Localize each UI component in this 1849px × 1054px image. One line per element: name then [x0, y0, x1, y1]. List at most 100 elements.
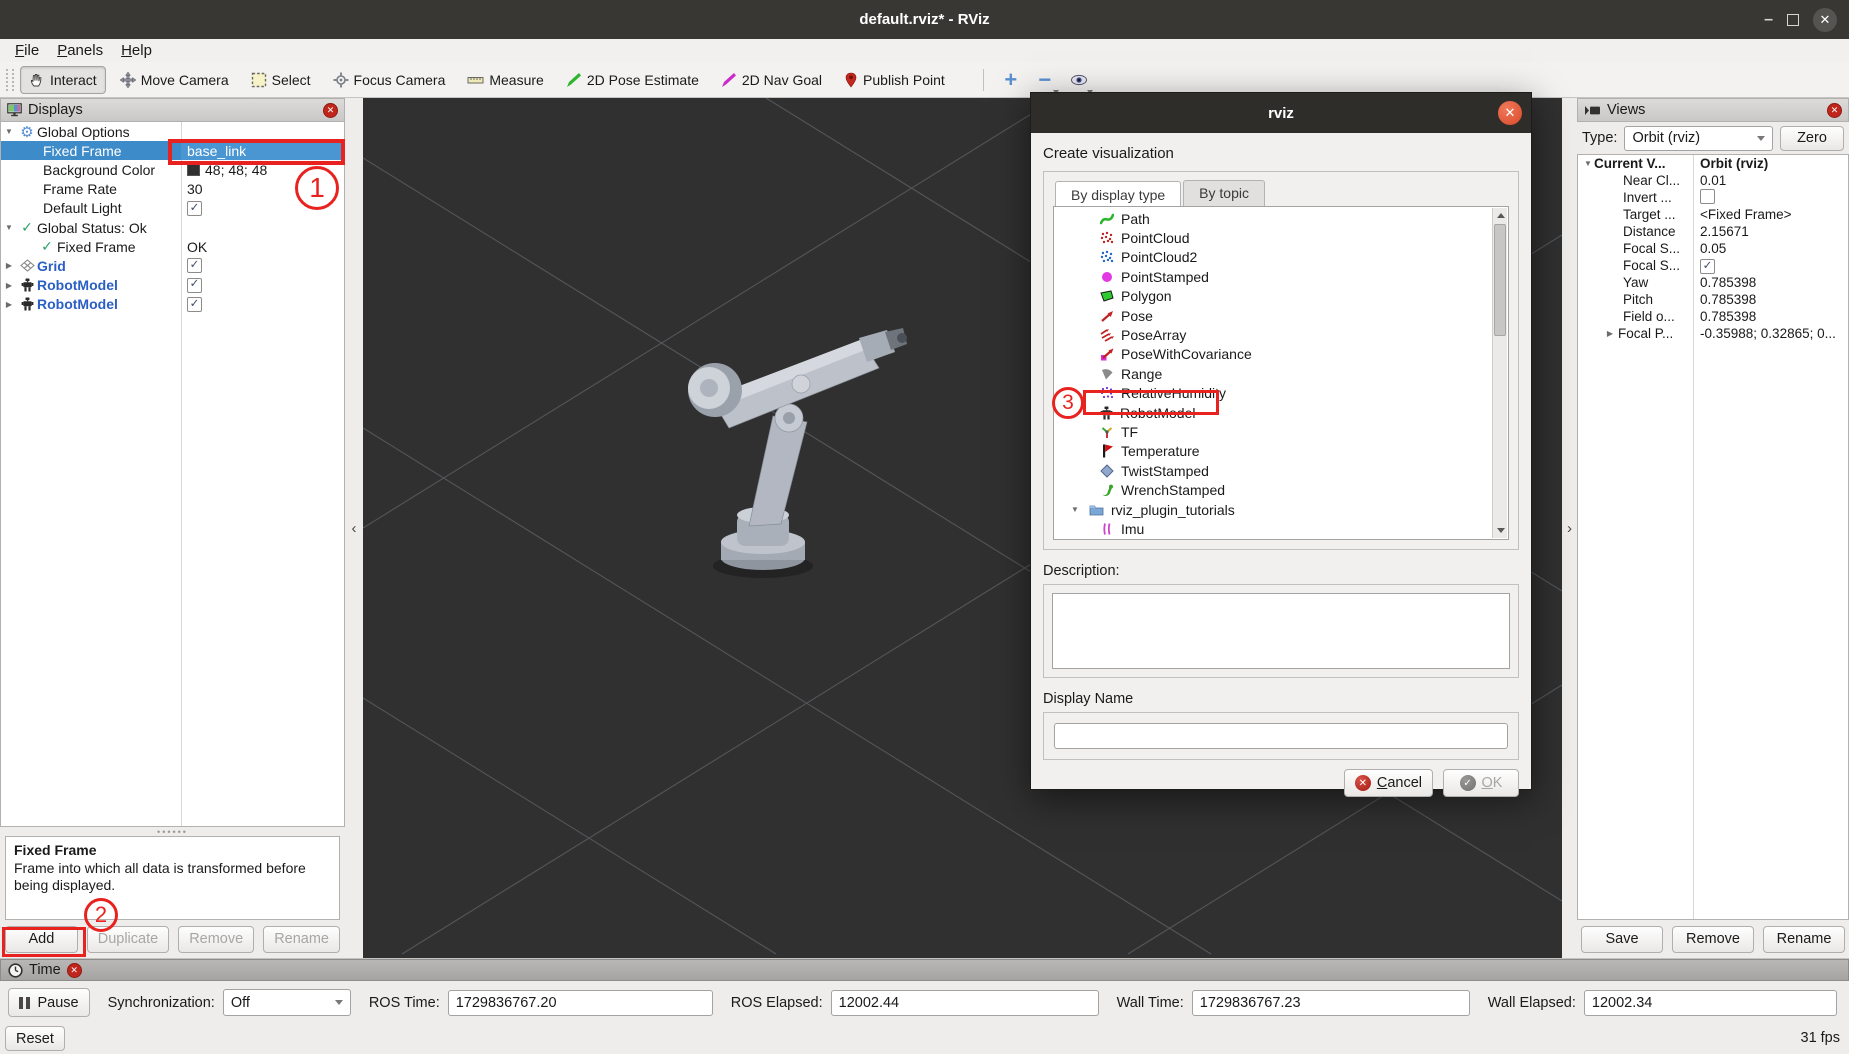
- remove-view-button[interactable]: Remove: [1672, 926, 1754, 953]
- display-type-robotmodel[interactable]: RobotModel: [1054, 403, 1492, 422]
- expander-icon[interactable]: ▼: [1, 127, 17, 136]
- display-type-tf[interactable]: TF: [1054, 422, 1492, 441]
- time-panel-header[interactable]: Time ✕: [0, 959, 1849, 981]
- display-type-polygon[interactable]: Polygon: [1054, 287, 1492, 306]
- tree-row-global-options[interactable]: ▼⚙Global Options: [1, 122, 344, 141]
- tree-row-robotmodel-1[interactable]: ▶RobotModel ✓: [1, 276, 344, 295]
- display-type-twiststamped[interactable]: TwistStamped: [1054, 461, 1492, 480]
- wall-time-input[interactable]: [1192, 990, 1470, 1016]
- checkbox-unchecked[interactable]: [1700, 189, 1715, 204]
- splitter-grip[interactable]: ••••••: [0, 827, 345, 836]
- menu-help[interactable]: Help: [112, 39, 161, 62]
- remove-button[interactable]: Remove: [178, 926, 254, 953]
- dialog-title-bar[interactable]: rviz ✕: [1031, 93, 1531, 133]
- tool-2d-pose-estimate[interactable]: 2D Pose Estimate: [558, 67, 707, 93]
- fixed-frame-value[interactable]: base_link: [181, 141, 344, 160]
- view-row-distance[interactable]: Distance 2.15671: [1578, 223, 1848, 240]
- display-type-pointcloud2[interactable]: PointCloud2: [1054, 248, 1492, 267]
- display-type-posearray[interactable]: PoseArray: [1054, 325, 1492, 344]
- checkbox-checked[interactable]: ✓: [1700, 259, 1715, 274]
- minimize-button[interactable]: –: [1764, 15, 1773, 25]
- rename-button[interactable]: Rename: [263, 926, 340, 953]
- view-row-pitch[interactable]: Pitch 0.785398: [1578, 291, 1848, 308]
- zero-button[interactable]: Zero: [1780, 126, 1844, 151]
- display-type-path[interactable]: Path: [1054, 209, 1492, 228]
- time-close-icon[interactable]: ✕: [67, 963, 82, 978]
- expander-icon[interactable]: ▼: [1068, 505, 1082, 514]
- collapse-left-icon[interactable]: ‹: [352, 520, 357, 537]
- expander-icon[interactable]: ▼: [1578, 159, 1594, 168]
- display-type-imu[interactable]: Imu: [1054, 519, 1492, 538]
- expander-icon[interactable]: ▶: [1, 261, 17, 270]
- tool-select[interactable]: Select: [243, 67, 319, 93]
- visibility-tool-button[interactable]: [1064, 66, 1094, 94]
- tree-row-frame-rate[interactable]: Frame Rate 30: [1, 180, 344, 199]
- right-splitter[interactable]: ›: [1562, 98, 1577, 958]
- add-button[interactable]: Add: [5, 926, 78, 953]
- checkbox-checked[interactable]: ✓: [187, 278, 202, 293]
- tool-publish-point[interactable]: Publish Point: [836, 67, 953, 93]
- scrollbar-thumb[interactable]: [1494, 224, 1506, 336]
- tree-row-global-status[interactable]: ▼✓Global Status: Ok: [1, 218, 344, 237]
- checkbox-checked[interactable]: ✓: [187, 297, 202, 312]
- display-type-range[interactable]: Range: [1054, 364, 1492, 383]
- close-button[interactable]: ✕: [1813, 8, 1837, 32]
- display-type-posewithcovariance[interactable]: PoseWithCovariance: [1054, 345, 1492, 364]
- expander-icon[interactable]: ▶: [1, 300, 17, 309]
- cancel-button[interactable]: ✕Cancel: [1344, 769, 1433, 797]
- list-scrollbar[interactable]: [1492, 208, 1507, 538]
- display-type-pointcloud[interactable]: PointCloud: [1054, 228, 1492, 247]
- tool-move-camera[interactable]: Move Camera: [112, 67, 237, 93]
- left-splitter[interactable]: ‹: [345, 98, 363, 958]
- toolbar-grip[interactable]: [6, 69, 14, 91]
- view-row-target[interactable]: Target ... <Fixed Frame>: [1578, 206, 1848, 223]
- tool-2d-nav-goal[interactable]: 2D Nav Goal: [713, 67, 830, 93]
- menu-file[interactable]: File: [6, 39, 48, 62]
- view-row-focal-shape-size[interactable]: Focal S... 0.05: [1578, 240, 1848, 257]
- view-row-fov[interactable]: Field o... 0.785398: [1578, 308, 1848, 325]
- checkbox-checked[interactable]: ✓: [187, 258, 202, 273]
- views-close-icon[interactable]: ✕: [1827, 103, 1842, 118]
- pause-button[interactable]: Pause: [8, 988, 90, 1017]
- tree-row-grid[interactable]: ▶Grid ✓: [1, 256, 344, 275]
- expander-icon[interactable]: ▼: [1, 223, 17, 232]
- tab-by-display-type[interactable]: By display type: [1055, 181, 1181, 207]
- view-type-select[interactable]: Orbit (rviz): [1624, 126, 1773, 151]
- tool-focus-camera[interactable]: Focus Camera: [325, 67, 454, 93]
- checkbox-checked[interactable]: ✓: [187, 201, 202, 216]
- collapse-right-icon[interactable]: ›: [1567, 520, 1572, 537]
- tab-by-topic[interactable]: By topic: [1183, 180, 1265, 206]
- tree-row-fixed-frame[interactable]: Fixed Frame base_link: [1, 141, 344, 160]
- remove-tool-button[interactable]: −: [1030, 66, 1060, 94]
- displays-panel-header[interactable]: Displays ✕: [0, 98, 345, 122]
- display-type-folder-tutorials[interactable]: ▼ rviz_plugin_tutorials: [1054, 500, 1492, 519]
- view-row-near-clip[interactable]: Near Cl... 0.01: [1578, 172, 1848, 189]
- tool-measure[interactable]: Measure: [459, 67, 551, 93]
- view-row-yaw[interactable]: Yaw 0.785398: [1578, 274, 1848, 291]
- view-row-focal-shape-fixed[interactable]: Focal S... ✓: [1578, 257, 1848, 274]
- ros-time-input[interactable]: [448, 990, 713, 1016]
- view-row-invert[interactable]: Invert ...: [1578, 189, 1848, 206]
- ok-button[interactable]: ✓OK: [1443, 769, 1519, 797]
- dialog-close-button[interactable]: ✕: [1498, 101, 1522, 125]
- view-row-focal-point[interactable]: ▶Focal P... -0.35988; 0.32865; 0...: [1578, 325, 1848, 342]
- maximize-button[interactable]: [1787, 14, 1799, 26]
- tree-row-robotmodel-2[interactable]: ▶RobotModel ✓: [1, 295, 344, 314]
- scroll-down-icon[interactable]: [1493, 523, 1508, 538]
- displays-close-icon[interactable]: ✕: [323, 103, 338, 118]
- expander-icon[interactable]: ▶: [1602, 329, 1618, 338]
- tool-interact[interactable]: Interact: [20, 66, 106, 94]
- display-type-relativehumidity[interactable]: RelativeHumidity: [1054, 384, 1492, 403]
- tree-row-background-color[interactable]: Background Color 48; 48; 48: [1, 160, 344, 179]
- display-type-pointstamped[interactable]: PointStamped: [1054, 267, 1492, 286]
- sync-select[interactable]: Off: [223, 989, 351, 1016]
- expander-icon[interactable]: ▶: [1, 281, 17, 290]
- menu-panels[interactable]: Panels: [48, 39, 112, 62]
- scroll-up-icon[interactable]: [1493, 208, 1508, 223]
- save-button[interactable]: Save: [1581, 926, 1663, 953]
- reset-button[interactable]: Reset: [5, 1026, 65, 1051]
- rename-view-button[interactable]: Rename: [1763, 926, 1845, 953]
- wall-elapsed-input[interactable]: [1584, 990, 1837, 1016]
- view-row-current[interactable]: ▼Current V... Orbit (rviz): [1578, 155, 1848, 172]
- duplicate-button[interactable]: Duplicate: [87, 926, 169, 953]
